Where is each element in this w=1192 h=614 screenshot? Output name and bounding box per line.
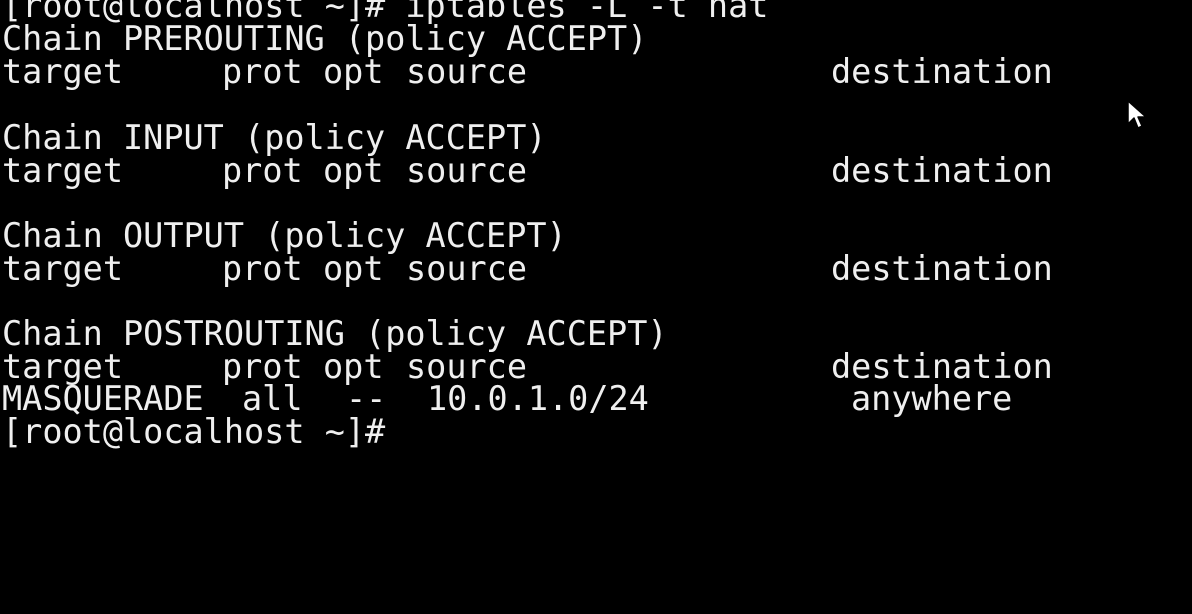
column-target: target bbox=[2, 151, 124, 190]
column-header-row: target prot opt source destination bbox=[2, 55, 1053, 89]
terminal-window[interactable]: [root@localhost ~]# iptables -L -t nat C… bbox=[0, 0, 1192, 448]
column-prot: prot bbox=[222, 52, 303, 91]
column-opt: opt bbox=[323, 52, 384, 91]
column-opt: opt bbox=[323, 249, 384, 288]
column-prot: prot bbox=[222, 249, 303, 288]
next-prompt: [root@localhost ~]# bbox=[2, 412, 386, 451]
column-target: target bbox=[2, 249, 124, 288]
column-target: target bbox=[2, 52, 124, 91]
rule-opt: -- bbox=[346, 379, 387, 418]
column-source: source bbox=[406, 151, 528, 190]
rule-prot: all bbox=[242, 379, 303, 418]
column-destination: destination bbox=[831, 52, 1053, 91]
rule-destination: anywhere bbox=[851, 379, 1013, 418]
mouse-pointer-icon bbox=[1127, 100, 1147, 129]
column-prot: prot bbox=[222, 151, 303, 190]
column-source: source bbox=[406, 249, 528, 288]
rule-source: 10.0.1.0/24 bbox=[427, 379, 649, 418]
column-destination: destination bbox=[831, 249, 1053, 288]
column-source: source bbox=[406, 52, 528, 91]
column-destination: destination bbox=[831, 151, 1053, 190]
column-header-row: target prot opt source destination bbox=[2, 252, 1053, 286]
column-header-row: target prot opt source destination bbox=[2, 154, 1053, 188]
column-opt: opt bbox=[323, 151, 384, 190]
rule-target: MASQUERADE bbox=[2, 379, 204, 418]
